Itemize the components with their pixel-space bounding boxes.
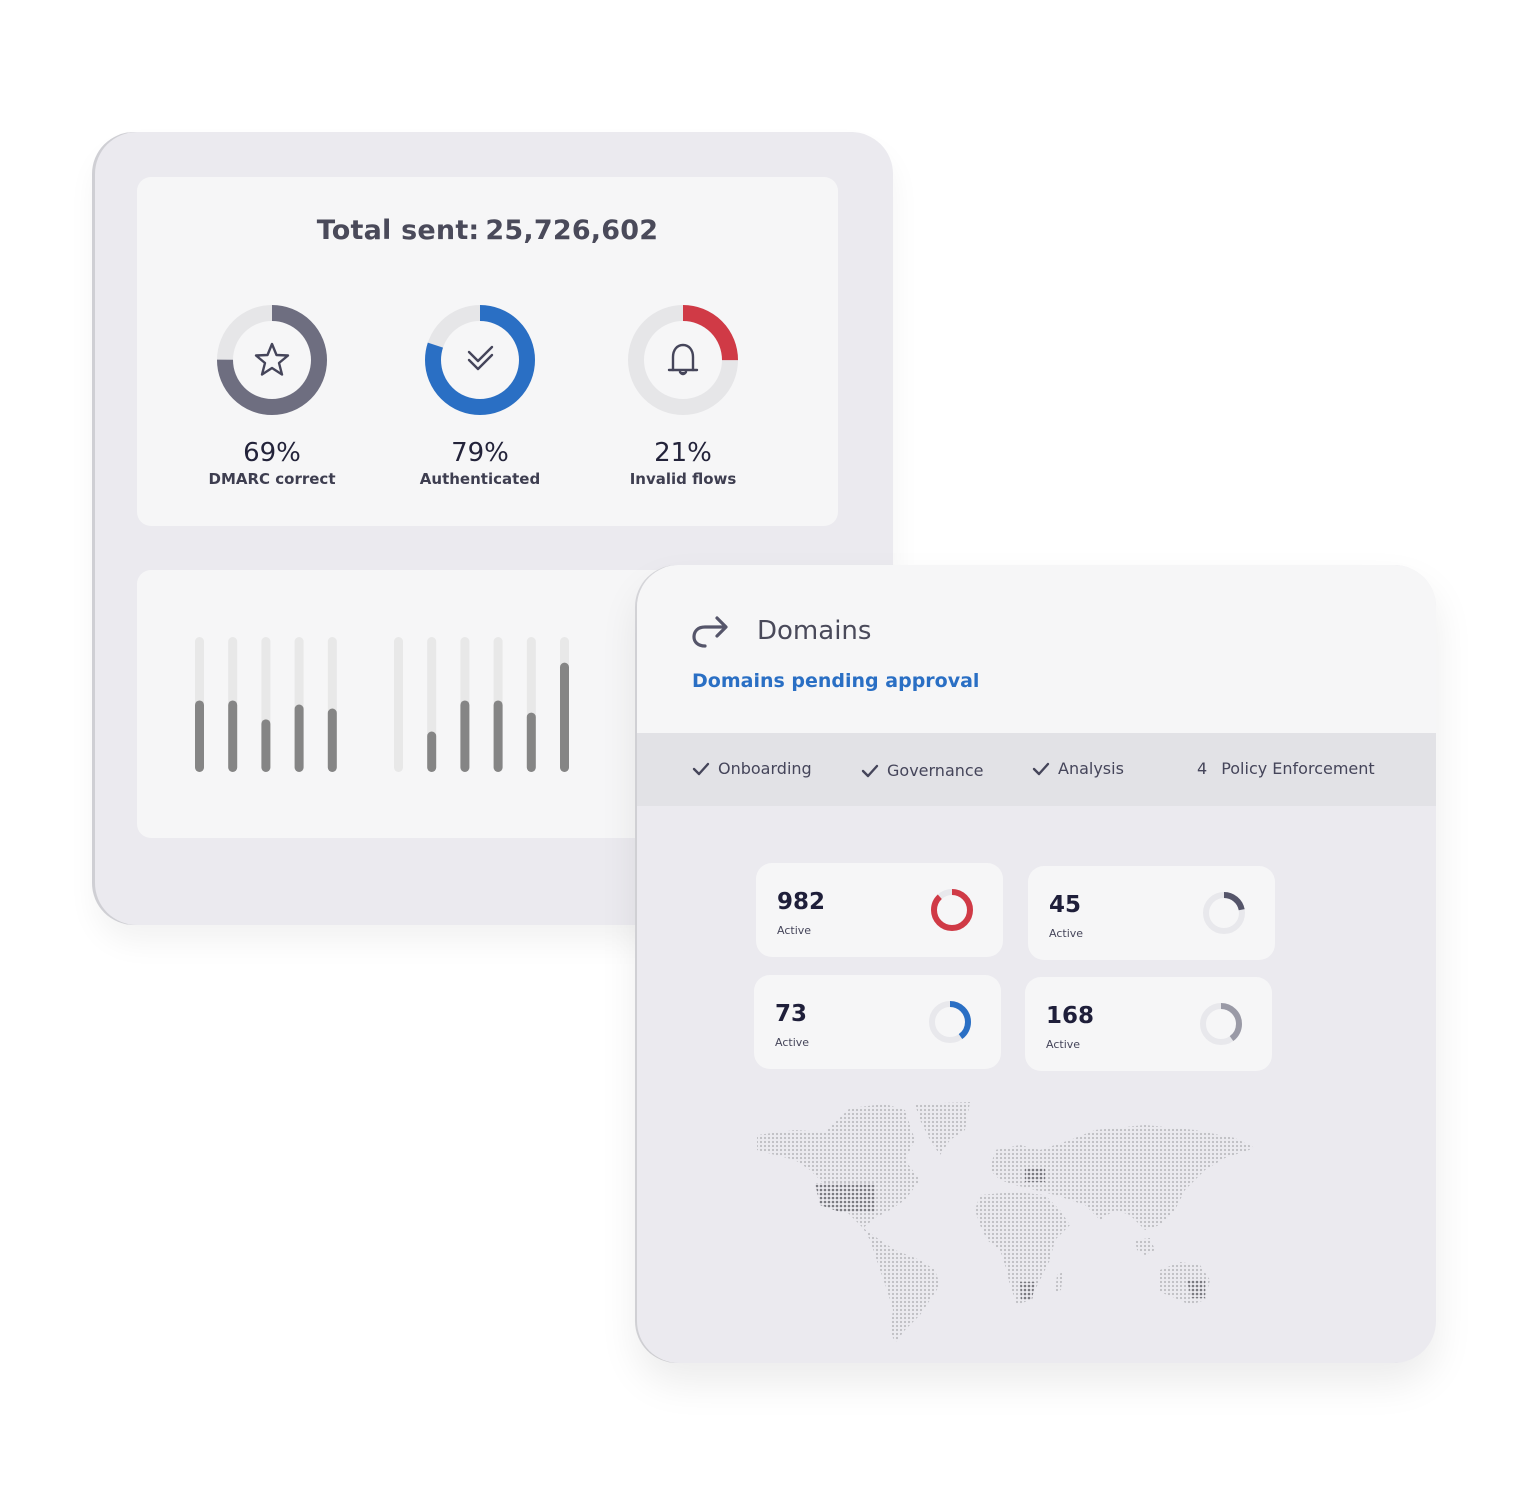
kpi-invalid-flows[interactable]: 21% Invalid flows bbox=[588, 304, 778, 488]
stat-donut bbox=[931, 889, 973, 931]
total-sent-value: 25,726,602 bbox=[485, 215, 659, 246]
step-policy-enforcement[interactable]: 4 Policy Enforcement bbox=[1197, 759, 1375, 778]
highlight-south-africa bbox=[1020, 1282, 1035, 1300]
stat-value: 982 bbox=[777, 889, 826, 915]
stat-donut bbox=[929, 1001, 971, 1043]
donut-arc bbox=[931, 889, 973, 931]
bar-fill bbox=[327, 708, 337, 772]
check-icon bbox=[1032, 762, 1050, 775]
highlight-europe bbox=[1025, 1168, 1045, 1182]
kpi-label: Authenticated bbox=[419, 470, 541, 488]
total-sent-panel: Total sent:25,726,602 69% DMARC correct bbox=[137, 177, 838, 526]
stat-card[interactable]: 73 Active bbox=[754, 975, 1001, 1069]
step-label: Analysis bbox=[1058, 759, 1124, 778]
bar-fill bbox=[228, 700, 238, 772]
world-dot-map bbox=[757, 1102, 1255, 1343]
bell-icon bbox=[667, 343, 699, 376]
stat-label: Active bbox=[1049, 927, 1084, 940]
bar-fill bbox=[460, 700, 470, 772]
progress-steps: Onboarding Governance Analysis 4 Policy … bbox=[637, 733, 1436, 806]
total-sent-heading: Total sent: 25,726,602 bbox=[137, 215, 838, 246]
kpi-percent: 69% bbox=[243, 438, 301, 468]
stat-value: 168 bbox=[1046, 1003, 1095, 1029]
double-check-icon bbox=[467, 345, 494, 371]
step-label: Policy Enforcement bbox=[1221, 759, 1375, 778]
stat-card[interactable]: 982 Active bbox=[756, 863, 1003, 957]
stat-donut bbox=[1200, 1003, 1242, 1045]
kpi-donut bbox=[628, 305, 738, 415]
check-icon bbox=[692, 762, 710, 775]
domains-title-row: Domains bbox=[691, 613, 871, 649]
domains-pending-link[interactable]: Domains pending approval bbox=[692, 670, 979, 692]
domains-card: Domains Domains pending approval Onboard… bbox=[637, 565, 1436, 1363]
step-label: Onboarding bbox=[718, 759, 812, 778]
stat-label: Active bbox=[1046, 1038, 1081, 1051]
stat-label: Active bbox=[777, 924, 812, 937]
stat-card[interactable]: 168 Active bbox=[1025, 977, 1272, 1071]
kpi-donut bbox=[217, 305, 327, 415]
map-landmass bbox=[757, 1102, 1255, 1343]
total-sent-label: Total sent: bbox=[316, 215, 480, 246]
bar-fill bbox=[294, 704, 304, 772]
bar-track bbox=[394, 637, 403, 772]
step-governance[interactable]: Governance bbox=[861, 761, 984, 780]
stat-label: Active bbox=[775, 1036, 810, 1049]
stat-value: 73 bbox=[775, 1001, 808, 1027]
step-label: Governance bbox=[887, 761, 984, 780]
highlight-north-america bbox=[815, 1183, 875, 1212]
redo-arrow-icon bbox=[692, 616, 728, 648]
step-number: 4 bbox=[1197, 759, 1208, 778]
kpi-label: DMARC correct bbox=[208, 470, 336, 488]
bar-fill bbox=[526, 712, 536, 772]
kpi-percent: 79% bbox=[451, 438, 509, 468]
domains-title: Domains bbox=[757, 616, 872, 646]
stat-card[interactable]: 45 Active bbox=[1028, 866, 1275, 960]
bar-fill bbox=[560, 662, 569, 772]
bar-fill bbox=[427, 731, 437, 772]
kpi-authenticated[interactable]: 79% Authenticated bbox=[385, 304, 575, 488]
star-icon bbox=[254, 342, 290, 376]
step-analysis[interactable]: Analysis bbox=[1032, 759, 1124, 778]
stat-value: 45 bbox=[1049, 892, 1082, 918]
bar-fill bbox=[493, 700, 503, 772]
bar-fill bbox=[261, 719, 271, 772]
check-icon bbox=[861, 764, 879, 777]
domains-header: Domains Domains pending approval bbox=[637, 565, 1436, 733]
kpi-dmarc-correct[interactable]: 69% DMARC correct bbox=[177, 304, 367, 488]
kpi-percent: 21% bbox=[654, 438, 712, 468]
kpi-donut bbox=[425, 305, 535, 415]
stat-donut bbox=[1203, 892, 1245, 934]
step-onboarding[interactable]: Onboarding bbox=[692, 759, 812, 778]
kpi-label: Invalid flows bbox=[629, 470, 737, 488]
bar-fill bbox=[195, 700, 204, 772]
